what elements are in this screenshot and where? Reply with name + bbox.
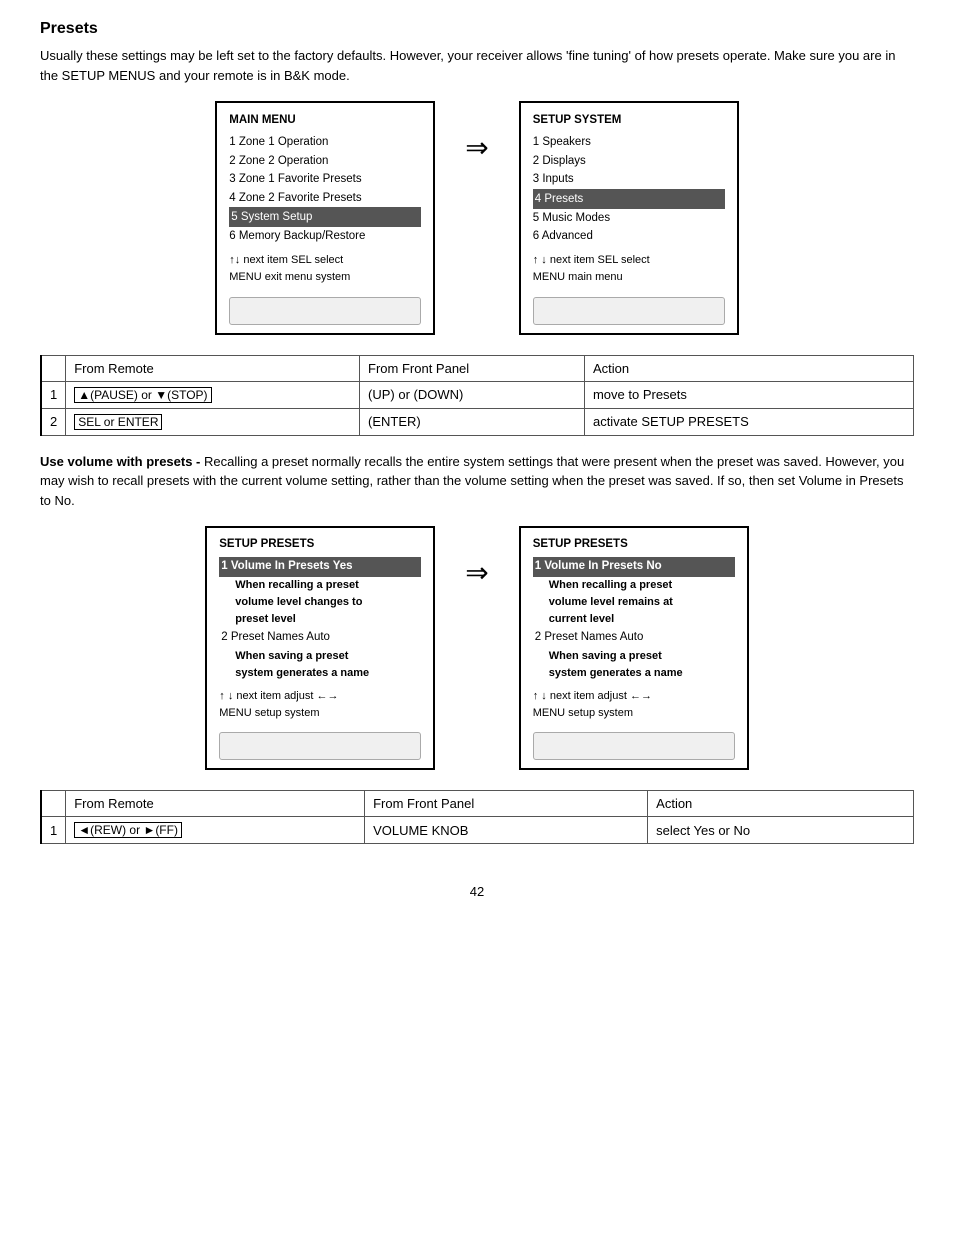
setup-presets-left-footer1: ↑ ↓ next item adjust ←→ [219, 690, 338, 702]
setup-system-footer-line2: MENU main menu [533, 271, 623, 283]
diagram-row-2: SETUP PRESETS 1 Volume In Presets Yes Wh… [40, 526, 914, 770]
table1-row1-panel: (UP) or (DOWN) [360, 381, 585, 408]
setup-presets-left-sub2-1: When saving a preset [219, 648, 421, 665]
setup-presets-left-sub1-2: volume level changes to [219, 594, 421, 611]
setup-presets-left-sub2-2: system generates a name [219, 665, 421, 682]
setup-system-item-3: 3 Inputs [533, 170, 725, 188]
setup-system-footer: ↑ ↓ next item SEL select MENU main menu [533, 252, 725, 287]
table2-header-num [41, 791, 66, 817]
setup-presets-right-display [533, 732, 735, 760]
setup-system-item-4: 4 Presets [533, 189, 725, 209]
setup-presets-left-sub1-1: When recalling a preset [219, 577, 421, 594]
setup-presets-right-sub1-2: volume level remains at [533, 594, 735, 611]
table1-row1-action: move to Presets [584, 381, 913, 408]
arrow-icon-1: ⇒ [465, 131, 488, 164]
table1-row1-num: 1 [41, 381, 66, 408]
setup-system-title: SETUP SYSTEM [533, 111, 725, 129]
table1-row2-panel: (ENTER) [360, 408, 585, 435]
intro-text: Usually these settings may be left set t… [40, 46, 914, 85]
key-sel-enter: SEL or ENTER [74, 414, 162, 430]
table2-row1-panel: VOLUME KNOB [365, 817, 648, 844]
table1-row2-num: 2 [41, 408, 66, 435]
setup-presets-right-sub1-1: When recalling a preset [533, 577, 735, 594]
main-menu-display [229, 297, 421, 325]
table2-header-panel: From Front Panel [365, 791, 648, 817]
setup-system-box: SETUP SYSTEM 1 Speakers 2 Displays 3 Inp… [519, 101, 739, 335]
main-menu-title: MAIN MENU [229, 111, 421, 129]
main-menu-item-5: 5 System Setup [229, 207, 421, 227]
key-rew-ff: ◄(REW) or ►(FF) [74, 822, 182, 838]
setup-system-item-1: 1 Speakers [533, 133, 725, 151]
main-menu-item-6: 6 Memory Backup/Restore [229, 227, 421, 245]
table-row: 2 SEL or ENTER (ENTER) activate SETUP PR… [41, 408, 914, 435]
main-menu-item-1: 1 Zone 1 Operation [229, 133, 421, 151]
setup-presets-left-box: SETUP PRESETS 1 Volume In Presets Yes Wh… [205, 526, 435, 770]
table-2: From Remote From Front Panel Action 1 ◄(… [40, 790, 914, 844]
table2-header-action: Action [648, 791, 914, 817]
setup-presets-left-item2: 2 Preset Names Auto [219, 628, 421, 648]
main-menu-item-2: 2 Zone 2 Operation [229, 152, 421, 170]
key-pause-stop: ▲(PAUSE) or ▼(STOP) [74, 387, 211, 403]
table1-header-panel: From Front Panel [360, 355, 585, 381]
setup-presets-left-footer: ↑ ↓ next item adjust ←→ MENU setup syste… [219, 688, 421, 722]
diagram-row-1: MAIN MENU 1 Zone 1 Operation 2 Zone 2 Op… [40, 101, 914, 335]
main-menu-footer: ↑↓ next item SEL select MENU exit menu s… [229, 252, 421, 287]
table1-row1-remote: ▲(PAUSE) or ▼(STOP) [66, 381, 360, 408]
table-1: From Remote From Front Panel Action 1 ▲(… [40, 355, 914, 436]
table-row: 1 ▲(PAUSE) or ▼(STOP) (UP) or (DOWN) mov… [41, 381, 914, 408]
setup-presets-right-title: SETUP PRESETS [533, 536, 735, 554]
table1-row2-action: activate SETUP PRESETS [584, 408, 913, 435]
setup-presets-right-sub2-2: system generates a name [533, 665, 735, 682]
setup-system-item-2: 2 Displays [533, 152, 725, 170]
table2-row1-num: 1 [41, 817, 66, 844]
table-row: 1 ◄(REW) or ►(FF) VOLUME KNOB select Yes… [41, 817, 914, 844]
setup-presets-left-title: SETUP PRESETS [219, 536, 421, 554]
main-menu-footer-line1: ↑↓ next item SEL select [229, 254, 343, 266]
main-menu-box: MAIN MENU 1 Zone 1 Operation 2 Zone 2 Op… [215, 101, 435, 335]
setup-presets-right-box: SETUP PRESETS 1 Volume In Presets No Whe… [519, 526, 749, 770]
setup-system-item-5: 5 Music Modes [533, 209, 725, 227]
main-menu-item-4: 4 Zone 2 Favorite Presets [229, 189, 421, 207]
setup-presets-right-footer2: MENU setup system [533, 707, 633, 719]
main-menu-footer-line2: MENU exit menu system [229, 271, 350, 283]
setup-system-display [533, 297, 725, 325]
main-menu-item-3: 3 Zone 1 Favorite Presets [229, 170, 421, 188]
setup-presets-right-sub2-1: When saving a preset [533, 648, 735, 665]
setup-presets-right-footer1: ↑ ↓ next item adjust ←→ [533, 690, 652, 702]
table2-row1-action: select Yes or No [648, 817, 914, 844]
use-note: Use volume with presets - Recalling a pr… [40, 452, 914, 511]
table1-header-num [41, 355, 66, 381]
use-note-bold: Use volume with presets - [40, 454, 200, 469]
setup-presets-left-item1: 1 Volume In Presets Yes [219, 557, 421, 577]
table2-header-remote: From Remote [66, 791, 365, 817]
table1-header-action: Action [584, 355, 913, 381]
setup-system-footer-line1: ↑ ↓ next item SEL select [533, 254, 650, 266]
arrow-icon-2: ⇒ [465, 556, 488, 589]
setup-presets-left-sub1-3: preset level [219, 611, 421, 628]
setup-presets-right-item1: 1 Volume In Presets No [533, 557, 735, 577]
setup-system-item-6: 6 Advanced [533, 227, 725, 245]
page-title: Presets [40, 20, 914, 38]
table1-header-remote: From Remote [66, 355, 360, 381]
table1-row2-remote: SEL or ENTER [66, 408, 360, 435]
setup-presets-left-footer2: MENU setup system [219, 707, 319, 719]
setup-presets-left-display [219, 732, 421, 760]
table2-row1-remote: ◄(REW) or ►(FF) [66, 817, 365, 844]
setup-presets-right-footer: ↑ ↓ next item adjust ←→ MENU setup syste… [533, 688, 735, 722]
setup-presets-right-item2: 2 Preset Names Auto [533, 628, 735, 648]
page-number: 42 [40, 884, 914, 899]
setup-presets-right-sub1-3: current level [533, 611, 735, 628]
